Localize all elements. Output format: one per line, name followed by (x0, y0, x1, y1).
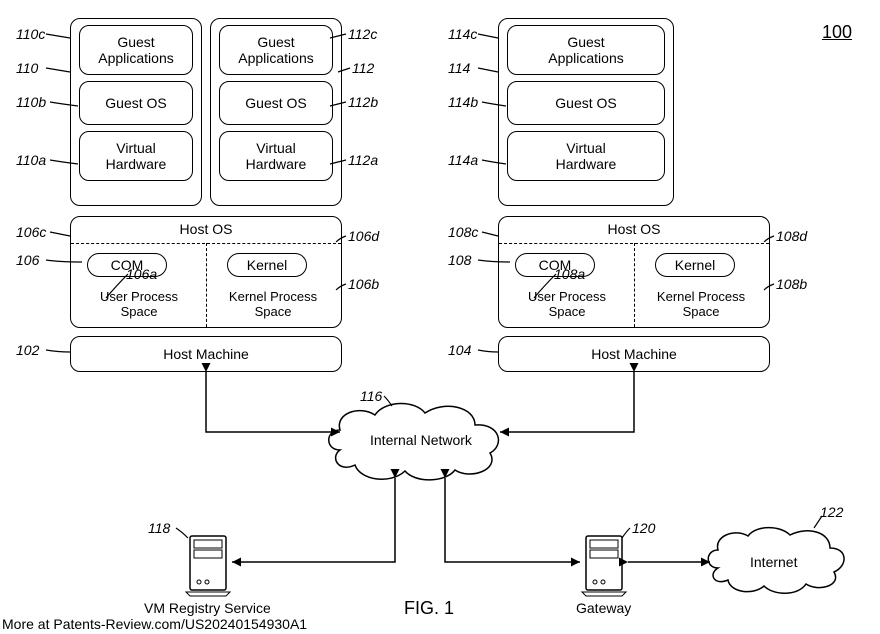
user-process-space-label: User Process Space (517, 289, 617, 319)
kernel-pill: Kernel (227, 253, 307, 277)
host-os-108: Host OS COM Kernel User Process Space Ke… (498, 216, 770, 328)
ref-108a: 108a (554, 266, 585, 282)
vm-stack-112: Guest Applications Guest OS Virtual Hard… (210, 18, 342, 206)
kernel-process-space-label: Kernel Process Space (223, 289, 323, 319)
ref-122: 122 (820, 504, 843, 520)
host-os-title: Host OS (499, 217, 769, 237)
kernel-process-space-label: Kernel Process Space (651, 289, 751, 319)
kernel-pill: Kernel (655, 253, 735, 277)
user-process-space-label: User Process Space (89, 289, 189, 319)
internet-label: Internet (750, 554, 797, 570)
ref-120: 120 (632, 520, 655, 536)
ref-106c: 106c (16, 224, 46, 240)
ref-102: 102 (16, 342, 39, 358)
footer-text: More at Patents-Review.com/US20240154930… (2, 616, 307, 632)
ref-110b: 110b (16, 94, 46, 110)
ref-106b: 106b (348, 276, 379, 292)
ref-108: 108 (448, 252, 471, 268)
host-os-vdivider (206, 243, 207, 327)
ref-118: 118 (148, 520, 170, 536)
guest-apps-box: Guest Applications (219, 25, 333, 75)
virtual-hw-box: Virtual Hardware (507, 131, 665, 181)
ref-108c: 108c (448, 224, 478, 240)
guest-apps-box: Guest Applications (507, 25, 665, 75)
ref-112c: 112c (348, 26, 377, 42)
figure-label: FIG. 1 (404, 598, 454, 619)
ref-104: 104 (448, 342, 471, 358)
ref-114: 114 (448, 60, 470, 76)
server-icon (186, 534, 230, 596)
virtual-hw-box: Virtual Hardware (219, 131, 333, 181)
vm-stack-114: Guest Applications Guest OS Virtual Hard… (498, 18, 674, 206)
ref-106: 106 (16, 252, 39, 268)
virtual-hw-box: Virtual Hardware (79, 131, 193, 181)
ref-112a: 112a (348, 152, 378, 168)
ref-112: 112 (352, 60, 374, 76)
guest-os-box: Guest OS (507, 81, 665, 125)
ref-110: 110 (16, 60, 38, 76)
ref-114b: 114b (448, 94, 478, 110)
host-os-106: Host OS COM Kernel User Process Space Ke… (70, 216, 342, 328)
guest-os-box: Guest OS (219, 81, 333, 125)
host-machine-104: Host Machine (498, 336, 770, 372)
figure-overall-ref: 100 (822, 22, 852, 43)
ref-110a: 110a (16, 152, 46, 168)
gateway-label: Gateway (576, 600, 631, 616)
server-icon (582, 534, 626, 596)
ref-106a: 106a (126, 266, 157, 282)
ref-112b: 112b (348, 94, 378, 110)
ref-114c: 114c (448, 26, 477, 42)
ref-110c: 110c (16, 26, 45, 42)
ref-108d: 108d (776, 228, 807, 244)
ref-108b: 108b (776, 276, 807, 292)
ref-116: 116 (360, 388, 382, 404)
vm-stack-110: Guest Applications Guest OS Virtual Hard… (70, 18, 202, 206)
host-machine-102: Host Machine (70, 336, 342, 372)
guest-apps-box: Guest Applications (79, 25, 193, 75)
guest-os-box: Guest OS (79, 81, 193, 125)
internal-network-label: Internal Network (370, 432, 472, 448)
vm-registry-label: VM Registry Service (144, 600, 271, 616)
host-os-vdivider (634, 243, 635, 327)
host-os-title: Host OS (71, 217, 341, 237)
ref-106d: 106d (348, 228, 379, 244)
ref-114a: 114a (448, 152, 478, 168)
